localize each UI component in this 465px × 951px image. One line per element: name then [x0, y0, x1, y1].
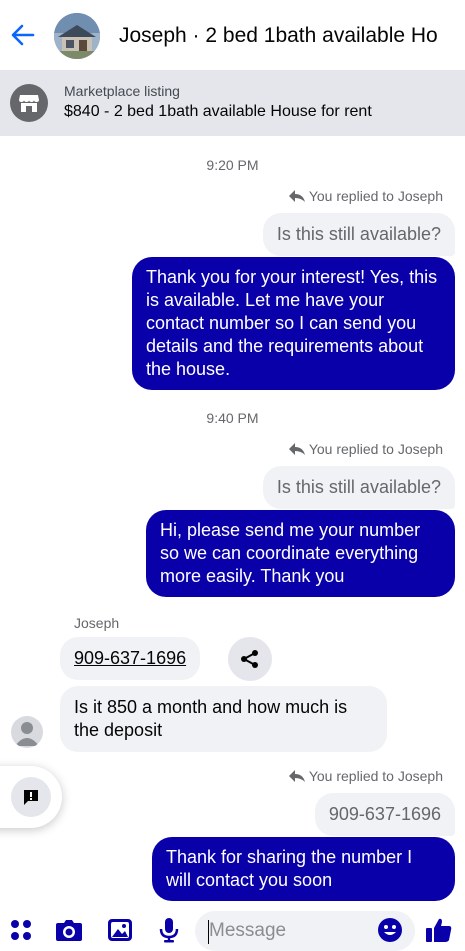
grid-menu-icon	[11, 920, 31, 940]
reply-arrow-icon	[288, 770, 305, 782]
contact-avatar[interactable]	[54, 13, 100, 59]
share-icon	[241, 650, 258, 668]
report-message-icon	[11, 777, 51, 817]
reply-note: You replied to Joseph	[288, 768, 443, 784]
reply-note-text: You replied to Joseph	[308, 768, 443, 784]
emoji-button[interactable]	[373, 913, 407, 947]
camera-icon	[56, 920, 82, 941]
microphone-icon	[159, 918, 179, 943]
composer-bar	[0, 909, 465, 951]
store-icon	[10, 84, 48, 122]
back-arrow-icon	[11, 24, 35, 46]
timestamp: 9:20 PM	[206, 157, 259, 173]
menu-button[interactable]	[4, 913, 38, 947]
marketplace-listing-banner[interactable]: Marketplace listing $840 - 2 bed 1bath a…	[0, 70, 465, 136]
image-icon	[108, 919, 132, 941]
listing-subtitle: Marketplace listing	[64, 83, 180, 99]
quoted-message[interactable]: Is this still available?	[262, 213, 455, 256]
back-button[interactable]	[6, 18, 40, 52]
outgoing-message[interactable]: Hi, please send me your number so we can…	[146, 510, 455, 597]
phone-number-link[interactable]: 909-637-1696	[60, 637, 201, 680]
reply-note: You replied to Joseph	[288, 441, 443, 457]
reply-note-text: You replied to Joseph	[308, 441, 443, 457]
share-button[interactable]	[228, 637, 272, 681]
camera-button[interactable]	[52, 913, 86, 947]
voice-button[interactable]	[152, 913, 186, 947]
outgoing-message[interactable]: Thank for sharing the number I will cont…	[152, 837, 455, 901]
like-button[interactable]	[422, 913, 456, 947]
report-message-button[interactable]	[0, 766, 62, 828]
listing-title: $840 - 2 bed 1bath available House for r…	[64, 103, 372, 120]
reply-arrow-icon	[288, 443, 305, 455]
conversation-header: Joseph · 2 bed 1bath available House for…	[0, 0, 465, 70]
gallery-button[interactable]	[103, 913, 137, 947]
reply-note: You replied to Joseph	[288, 188, 443, 204]
sender-avatar[interactable]	[11, 716, 43, 748]
emoji-icon	[378, 918, 402, 942]
conversation-title[interactable]: Joseph · 2 bed 1bath available House for…	[119, 24, 439, 48]
quoted-message[interactable]: 909-637-1696	[314, 793, 455, 836]
sender-name: Joseph	[74, 615, 120, 631]
thumbs-up-icon	[426, 918, 452, 942]
quoted-message[interactable]: Is this still available?	[262, 466, 455, 509]
outgoing-message[interactable]: Thank you for your interest! Yes, this i…	[132, 257, 455, 390]
text-cursor	[208, 920, 209, 944]
reply-note-text: You replied to Joseph	[308, 188, 443, 204]
timestamp: 9:40 PM	[206, 410, 259, 426]
reply-arrow-icon	[288, 190, 305, 202]
incoming-message[interactable]: Is it 850 a month and how much is the de…	[60, 686, 387, 752]
